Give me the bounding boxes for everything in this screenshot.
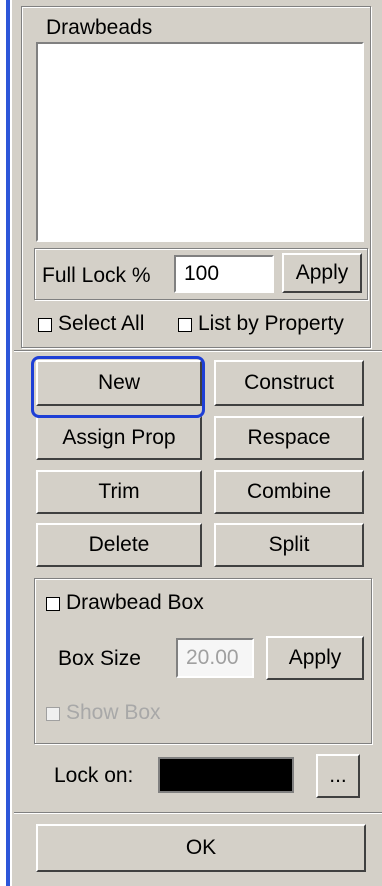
- new-button-highlight: [31, 356, 205, 418]
- lock-on-more-button[interactable]: ...: [316, 754, 360, 798]
- left-edge-bar: [6, 0, 10, 886]
- full-lock-label: Full Lock %: [42, 264, 151, 287]
- respace-button[interactable]: Respace: [214, 416, 364, 460]
- separator-bottom: [14, 812, 382, 814]
- show-box-checkbox[interactable]: [46, 707, 60, 721]
- delete-button[interactable]: Delete: [36, 523, 202, 567]
- select-all-label: Select All: [58, 312, 145, 335]
- drawbead-box-label: Drawbead Box: [66, 591, 204, 614]
- construct-button[interactable]: Construct: [214, 360, 364, 406]
- trim-button[interactable]: Trim: [36, 470, 202, 514]
- select-all-checkbox[interactable]: [38, 318, 52, 332]
- ok-button[interactable]: OK: [36, 824, 366, 872]
- list-by-property-label: List by Property: [198, 312, 344, 335]
- drawbeads-list[interactable]: [36, 42, 364, 242]
- split-button[interactable]: Split: [214, 523, 364, 567]
- full-lock-input[interactable]: 100: [174, 255, 274, 293]
- box-size-input[interactable]: 20.00: [176, 638, 254, 678]
- box-size-apply-button[interactable]: Apply: [266, 636, 364, 680]
- lock-on-label: Lock on:: [54, 764, 134, 787]
- list-by-property-checkbox[interactable]: [178, 318, 192, 332]
- show-box-label: Show Box: [66, 701, 161, 724]
- separator-top: [14, 350, 382, 352]
- left-edge: [0, 0, 10, 886]
- drawbead-box-checkbox[interactable]: [46, 597, 60, 611]
- assign-prop-button[interactable]: Assign Prop: [36, 416, 202, 460]
- combine-button[interactable]: Combine: [214, 470, 364, 514]
- full-lock-apply-button[interactable]: Apply: [282, 253, 362, 293]
- drawbeads-title: Drawbeads: [46, 16, 153, 39]
- box-size-label: Box Size: [58, 647, 141, 670]
- lock-on-color-swatch[interactable]: [158, 757, 294, 793]
